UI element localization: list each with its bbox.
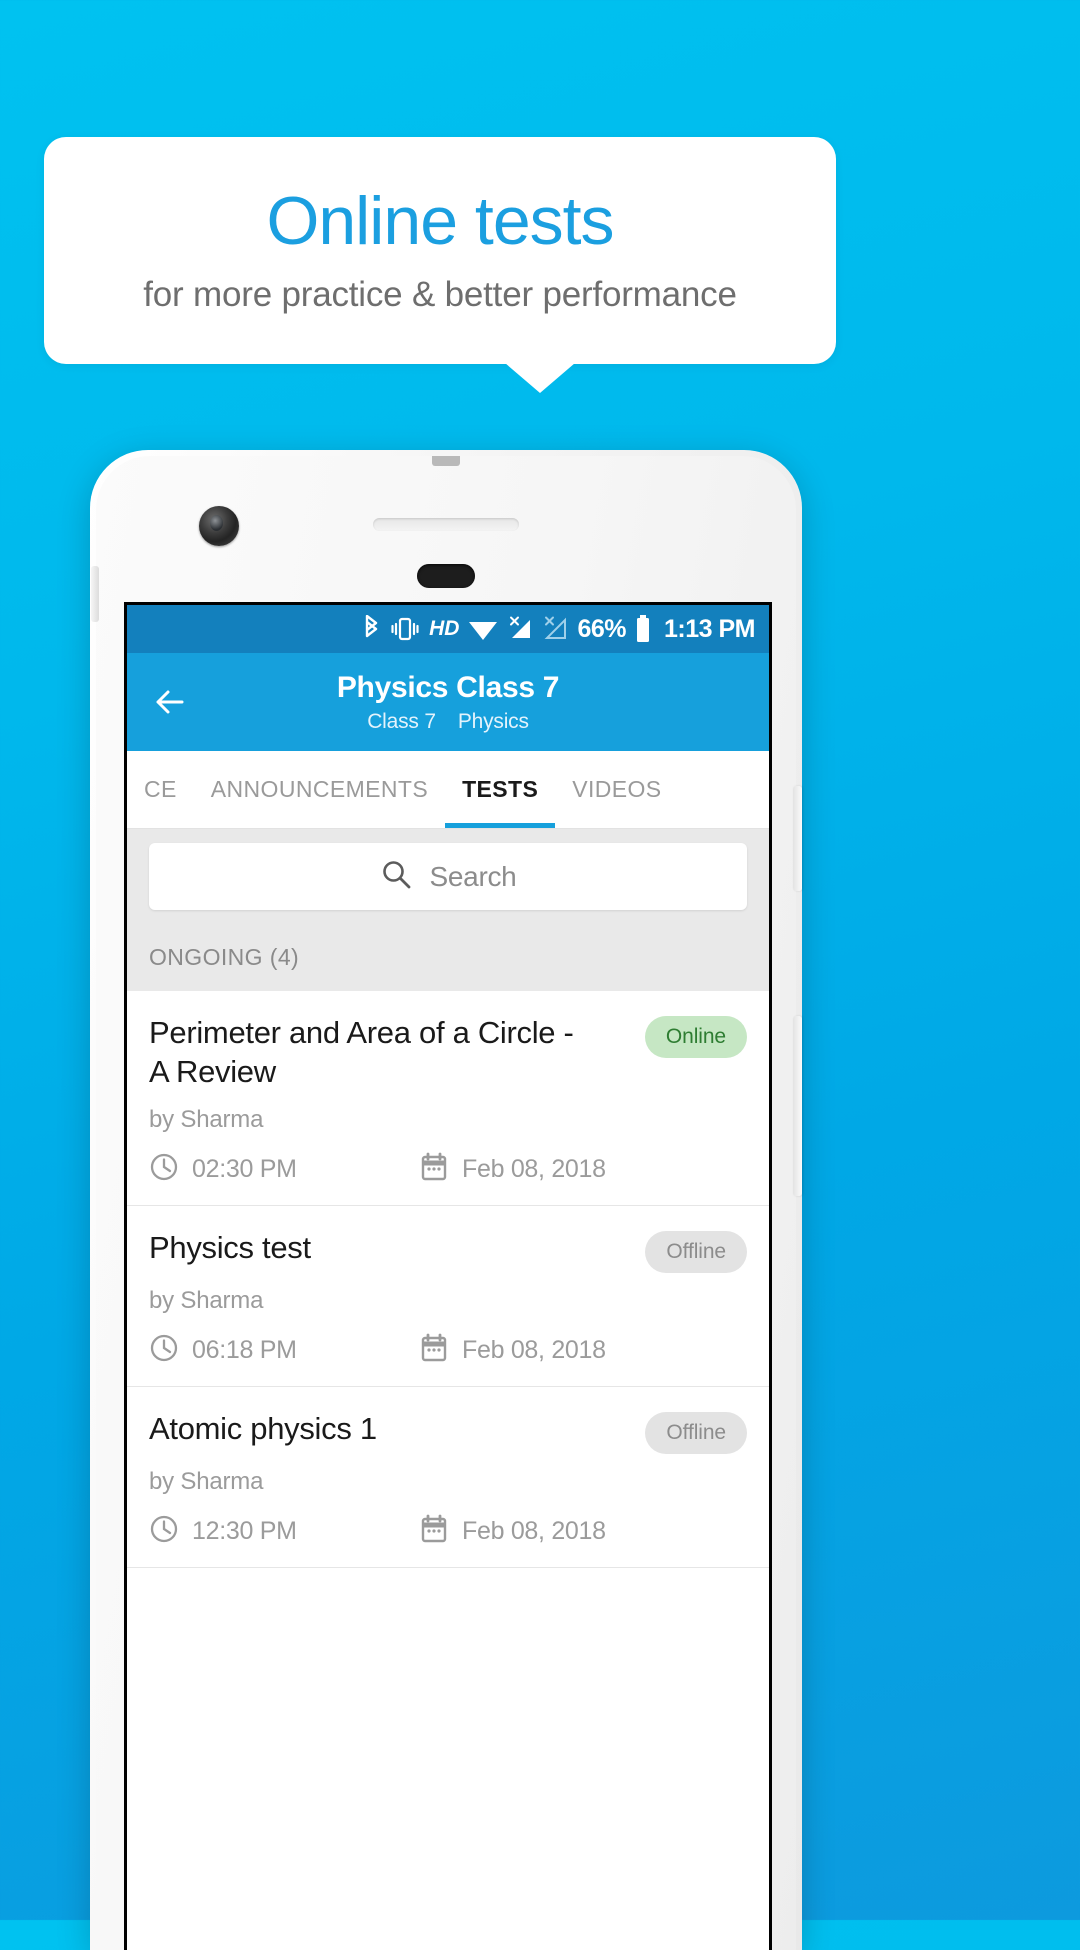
test-date: Feb 08, 2018 bbox=[462, 1154, 606, 1183]
test-title: Atomic physics 1 bbox=[149, 1410, 377, 1446]
clock-icon bbox=[149, 1152, 179, 1187]
test-author: by Sharma bbox=[149, 1286, 264, 1314]
test-title: Perimeter and Area of a Circle - A Revie… bbox=[149, 1015, 574, 1090]
earpiece-grille bbox=[373, 518, 519, 531]
test-date-cell: Feb 08, 2018 bbox=[419, 1333, 606, 1368]
wifi-icon bbox=[468, 617, 498, 641]
power-button[interactable] bbox=[793, 786, 802, 891]
row-top: Physics test Offline bbox=[149, 1228, 747, 1273]
calendar-icon bbox=[419, 1514, 449, 1549]
status-badge: Online bbox=[644, 1016, 747, 1058]
search-placeholder: Search bbox=[429, 860, 517, 892]
test-time: 12:30 PM bbox=[192, 1516, 297, 1545]
tab-tests[interactable]: TESTS bbox=[445, 751, 556, 828]
banner-tail bbox=[505, 363, 575, 393]
breadcrumb: Class 7 Physics bbox=[356, 710, 540, 734]
screen-bezel: HD 66% 1:13 PM Physics Class 7 Class 7 P… bbox=[124, 602, 772, 1950]
front-camera bbox=[199, 506, 239, 546]
status-badge: Offline bbox=[645, 1411, 747, 1454]
table-row[interactable]: Perimeter and Area of a Circle - A Revie… bbox=[127, 991, 769, 1206]
test-time: 02:30 PM bbox=[192, 1154, 297, 1183]
volume-button[interactable] bbox=[793, 1016, 802, 1196]
signal-1-no-sim-icon bbox=[507, 616, 533, 642]
test-date-cell: Feb 08, 2018 bbox=[419, 1514, 606, 1549]
tab-announcements[interactable]: ANNOUNCEMENTS bbox=[194, 751, 445, 828]
row-top: Atomic physics 1 Offline bbox=[149, 1409, 747, 1454]
back-arrow-icon[interactable] bbox=[149, 682, 189, 722]
page-title: Physics Class 7 bbox=[336, 670, 560, 704]
phone-top-notch bbox=[432, 456, 460, 466]
test-meta: 06:18 PM Feb 08, 2018 bbox=[149, 1333, 747, 1368]
test-title: Physics test bbox=[149, 1229, 311, 1265]
hd-icon: HD bbox=[429, 617, 460, 640]
breadcrumb-class: Class 7 bbox=[367, 709, 436, 733]
test-date: Feb 08, 2018 bbox=[462, 1516, 606, 1545]
test-date: Feb 08, 2018 bbox=[462, 1335, 606, 1364]
calendar-icon bbox=[419, 1152, 449, 1187]
app-bar: Physics Class 7 Class 7 Physics bbox=[127, 653, 769, 751]
breadcrumb-subject: Physics bbox=[457, 709, 529, 733]
signal-2-no-sim-icon bbox=[542, 616, 568, 642]
phone-body: HD 66% 1:13 PM Physics Class 7 Class 7 P… bbox=[91, 456, 802, 1950]
test-meta: 12:30 PM Feb 08, 2018 bbox=[149, 1514, 747, 1549]
calendar-icon bbox=[419, 1333, 449, 1368]
search-zone: Search bbox=[127, 829, 769, 926]
search-input[interactable]: Search bbox=[149, 843, 747, 910]
section-header-ongoing: ONGOING (4) bbox=[127, 926, 769, 991]
tests-list: Perimeter and Area of a Circle - A Revie… bbox=[127, 991, 769, 1568]
search-icon bbox=[380, 858, 412, 895]
test-meta: 02:30 PM Feb 08, 2018 bbox=[149, 1152, 747, 1187]
phone-mockup: HD 66% 1:13 PM Physics Class 7 Class 7 P… bbox=[90, 450, 802, 1950]
proximity-sensor bbox=[417, 564, 475, 588]
test-time: 06:18 PM bbox=[192, 1335, 297, 1364]
table-row[interactable]: Atomic physics 1 Offline by Sharma 12:30… bbox=[127, 1387, 769, 1568]
test-author: by Sharma bbox=[149, 1105, 264, 1133]
vibrate-icon bbox=[390, 616, 420, 642]
row-top: Perimeter and Area of a Circle - A Revie… bbox=[149, 1013, 747, 1092]
test-time-cell: 02:30 PM bbox=[149, 1152, 419, 1187]
tab-ce[interactable]: CE bbox=[127, 751, 194, 828]
table-row[interactable]: Physics test Offline by Sharma 06:18 PM … bbox=[127, 1206, 769, 1387]
phone-screen: HD 66% 1:13 PM Physics Class 7 Class 7 P… bbox=[127, 605, 769, 1950]
battery-percent-label: 66% bbox=[577, 614, 627, 643]
clock-icon bbox=[149, 1333, 179, 1368]
test-time-cell: 06:18 PM bbox=[149, 1333, 419, 1368]
promo-banner: Online tests for more practice & better … bbox=[44, 137, 836, 364]
test-author: by Sharma bbox=[149, 1467, 264, 1495]
clock-icon bbox=[149, 1514, 179, 1549]
status-bar: HD 66% 1:13 PM bbox=[127, 605, 769, 653]
test-time-cell: 12:30 PM bbox=[149, 1514, 419, 1549]
status-badge: Offline bbox=[645, 1230, 747, 1273]
clock-label: 1:13 PM bbox=[664, 614, 755, 643]
bluetooth-icon bbox=[363, 615, 381, 643]
battery-icon bbox=[635, 615, 651, 643]
test-date-cell: Feb 08, 2018 bbox=[419, 1152, 606, 1187]
banner-subtitle: for more practice & better performance bbox=[143, 275, 737, 315]
banner-title: Online tests bbox=[266, 182, 614, 259]
tab-bar: CE ANNOUNCEMENTS TESTS VIDEOS bbox=[127, 751, 769, 829]
tab-videos[interactable]: VIDEOS bbox=[555, 751, 678, 828]
left-side-button[interactable] bbox=[91, 566, 99, 622]
